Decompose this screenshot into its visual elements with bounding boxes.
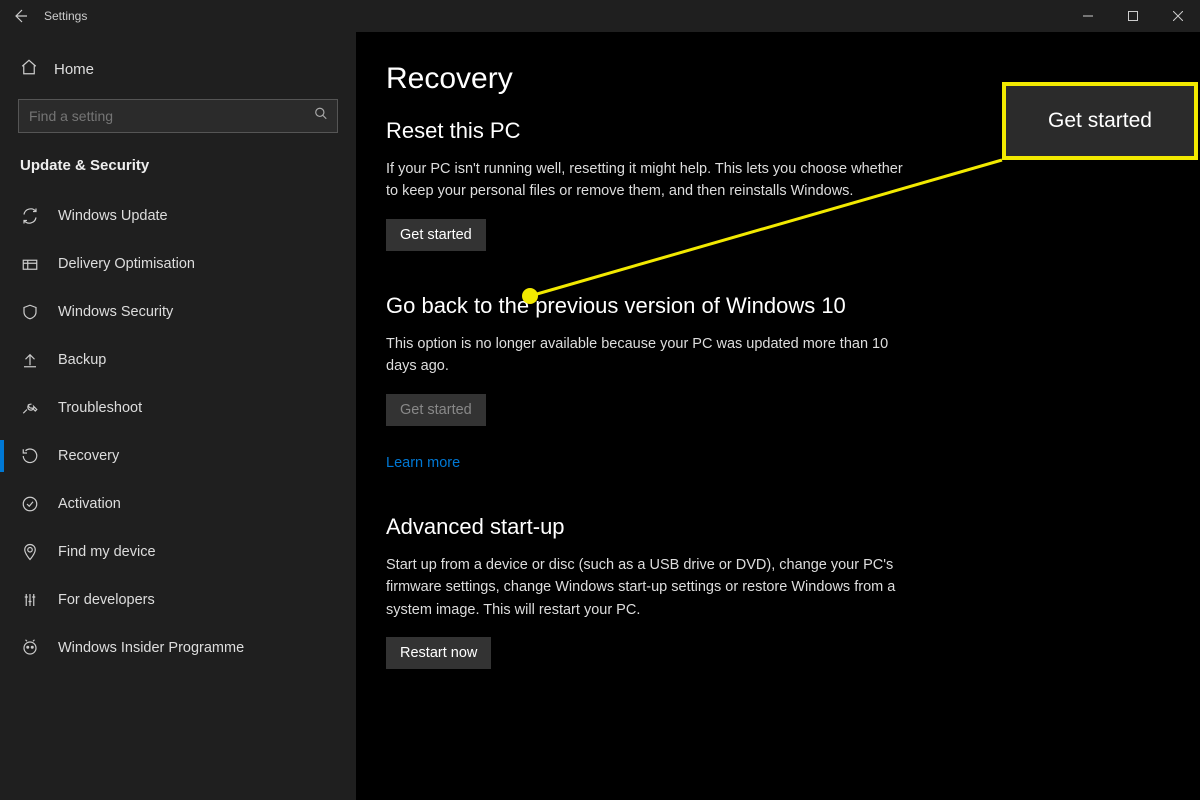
close-button[interactable] xyxy=(1155,0,1200,32)
sidebar-item-windows-insider[interactable]: Windows Insider Programme xyxy=(0,624,356,672)
sidebar-item-activation[interactable]: Activation xyxy=(0,480,356,528)
nav-list: Windows Update Delivery Optimisation Win… xyxy=(0,192,356,672)
sync-icon xyxy=(20,206,40,226)
window-title: Settings xyxy=(44,9,87,23)
goback-description: This option is no longer available becau… xyxy=(386,333,906,378)
sidebar-item-find-my-device[interactable]: Find my device xyxy=(0,528,356,576)
goback-get-started-button: Get started xyxy=(386,394,486,426)
sidebar-item-label: Troubleshoot xyxy=(58,400,142,416)
goback-heading: Go back to the previous version of Windo… xyxy=(386,293,1160,319)
home-icon xyxy=(20,58,38,81)
sidebar-item-delivery-optimisation[interactable]: Delivery Optimisation xyxy=(0,240,356,288)
shield-icon xyxy=(20,302,40,322)
settings-window: Settings Home xyxy=(0,0,1200,800)
sidebar-item-label: Windows Update xyxy=(58,208,168,224)
maximize-button[interactable] xyxy=(1110,0,1155,32)
sidebar-item-label: Delivery Optimisation xyxy=(58,256,195,272)
wrench-icon xyxy=(20,398,40,418)
search-box[interactable] xyxy=(18,99,338,133)
sidebar-item-label: Activation xyxy=(58,496,121,512)
sidebar-item-recovery[interactable]: Recovery xyxy=(0,432,356,480)
advanced-heading: Advanced start-up xyxy=(386,514,1160,540)
minimize-button[interactable] xyxy=(1065,0,1110,32)
sidebar-item-windows-security[interactable]: Windows Security xyxy=(0,288,356,336)
home-label: Home xyxy=(54,61,94,78)
delivery-icon xyxy=(20,254,40,274)
backup-icon xyxy=(20,350,40,370)
titlebar: Settings xyxy=(0,0,1200,32)
insider-icon xyxy=(20,638,40,658)
developer-icon xyxy=(20,590,40,610)
go-back-section: Go back to the previous version of Windo… xyxy=(386,293,1160,472)
callout-label: Get started xyxy=(1048,109,1152,133)
recovery-icon xyxy=(20,446,40,466)
sidebar-item-label: For developers xyxy=(58,592,155,608)
minimize-icon xyxy=(1083,11,1093,21)
sidebar-item-for-developers[interactable]: For developers xyxy=(0,576,356,624)
sidebar: Home Update & Security Windows Update xyxy=(0,32,356,800)
location-icon xyxy=(20,542,40,562)
reset-get-started-button[interactable]: Get started xyxy=(386,219,486,251)
sidebar-item-label: Windows Insider Programme xyxy=(58,640,244,656)
check-circle-icon xyxy=(20,494,40,514)
close-icon xyxy=(1173,11,1183,21)
sidebar-item-label: Recovery xyxy=(58,448,119,464)
sidebar-item-label: Backup xyxy=(58,352,106,368)
reset-description: If your PC isn't running well, resetting… xyxy=(386,158,906,203)
search-icon xyxy=(314,107,328,126)
sidebar-item-windows-update[interactable]: Windows Update xyxy=(0,192,356,240)
search-input[interactable] xyxy=(18,99,338,133)
callout-box: Get started xyxy=(1002,82,1198,160)
maximize-icon xyxy=(1128,11,1138,21)
advanced-description: Start up from a device or disc (such as … xyxy=(386,554,906,621)
sidebar-item-troubleshoot[interactable]: Troubleshoot xyxy=(0,384,356,432)
advanced-startup-section: Advanced start-up Start up from a device… xyxy=(386,514,1160,669)
sidebar-item-label: Windows Security xyxy=(58,304,173,320)
sidebar-item-label: Find my device xyxy=(58,544,156,560)
restart-now-button[interactable]: Restart now xyxy=(386,637,491,669)
section-heading: Update & Security xyxy=(0,151,356,192)
home-link[interactable]: Home xyxy=(0,48,356,99)
back-arrow-icon xyxy=(12,8,28,24)
sidebar-item-backup[interactable]: Backup xyxy=(0,336,356,384)
learn-more-link[interactable]: Learn more xyxy=(386,455,460,471)
main-content: Recovery Reset this PC If your PC isn't … xyxy=(356,32,1200,800)
back-button[interactable] xyxy=(0,0,40,32)
